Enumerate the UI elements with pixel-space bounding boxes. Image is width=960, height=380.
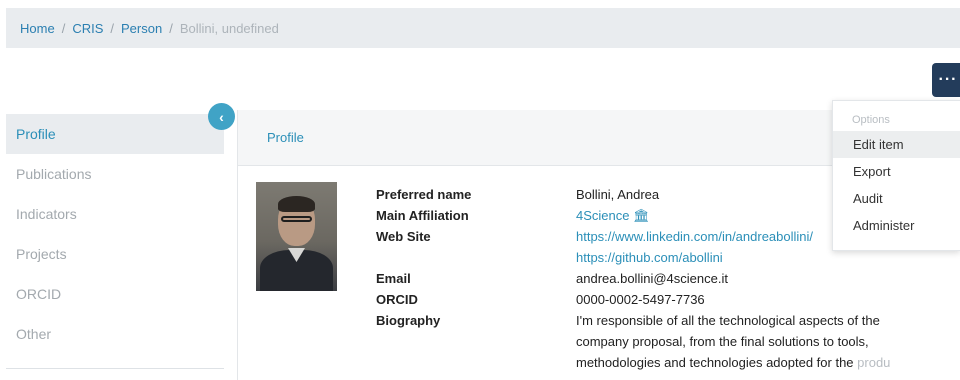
options-menu-button[interactable]: ··· bbox=[932, 63, 960, 97]
breadcrumb-separator: / bbox=[169, 20, 173, 36]
panel-title: Profile bbox=[267, 130, 304, 145]
sidebar-item-publications[interactable]: Publications bbox=[6, 154, 224, 194]
github-link[interactable]: https://github.com/abollini bbox=[576, 250, 723, 265]
sidebar-item-projects[interactable]: Projects bbox=[6, 234, 224, 274]
profile-field-labels: Preferred name Main Affiliation Web Site… bbox=[376, 184, 471, 331]
sidebar-nav: Profile Publications Indicators Projects… bbox=[6, 114, 224, 354]
biography-text: I'm responsible of all the technological… bbox=[576, 313, 880, 370]
menu-item-audit[interactable]: Audit bbox=[833, 185, 960, 212]
profile-photo bbox=[256, 182, 337, 291]
label-web-site: Web Site bbox=[376, 229, 431, 244]
breadcrumb: Home / CRIS / Person / Bollini, undefine… bbox=[6, 8, 960, 48]
chevron-left-icon: ‹ bbox=[219, 108, 224, 125]
more-options-icon: ··· bbox=[938, 71, 958, 88]
breadcrumb-separator: / bbox=[110, 20, 114, 36]
label-spacer bbox=[376, 247, 471, 268]
sidebar-divider bbox=[6, 368, 224, 369]
breadcrumb-current: Bollini, undefined bbox=[179, 20, 279, 36]
menu-item-edit-item[interactable]: Edit item bbox=[833, 131, 960, 158]
sidebar-item-profile[interactable]: Profile bbox=[6, 114, 224, 154]
label-orcid: ORCID bbox=[376, 292, 418, 307]
linkedin-link[interactable]: https://www.linkedin.com/in/andreabollin… bbox=[576, 229, 813, 244]
options-dropdown: Options Edit item Export Audit Administe… bbox=[832, 100, 960, 251]
affiliation-link[interactable]: 4Science bbox=[576, 208, 629, 223]
menu-item-administer[interactable]: Administer bbox=[833, 212, 960, 239]
sidebar-item-orcid[interactable]: ORCID bbox=[6, 274, 224, 314]
email-value: andrea.bollini@4science.it bbox=[576, 271, 728, 286]
sidebar-item-other[interactable]: Other bbox=[6, 314, 224, 354]
label-preferred-name: Preferred name bbox=[376, 187, 472, 202]
breadcrumb-separator: / bbox=[61, 20, 66, 36]
biography-value: I'm responsible of all the technological… bbox=[576, 310, 916, 373]
institution-icon: 🏛 bbox=[633, 208, 650, 223]
breadcrumb-person-link[interactable]: Person bbox=[121, 21, 162, 36]
label-email: Email bbox=[376, 271, 411, 286]
biography-faded-text: produ bbox=[857, 355, 891, 370]
breadcrumb-cris-link[interactable]: CRIS bbox=[72, 21, 103, 36]
label-main-affiliation: Main Affiliation bbox=[376, 208, 469, 223]
sidebar-item-indicators[interactable]: Indicators bbox=[6, 194, 224, 234]
collapse-sidebar-button[interactable]: ‹ bbox=[208, 103, 235, 130]
orcid-value: 0000-0002-5497-7736 bbox=[576, 292, 705, 307]
dropdown-header: Options bbox=[852, 114, 890, 126]
menu-item-export[interactable]: Export bbox=[833, 158, 960, 185]
breadcrumb-home-link[interactable]: Home bbox=[20, 21, 55, 36]
label-biography: Biography bbox=[376, 313, 441, 328]
